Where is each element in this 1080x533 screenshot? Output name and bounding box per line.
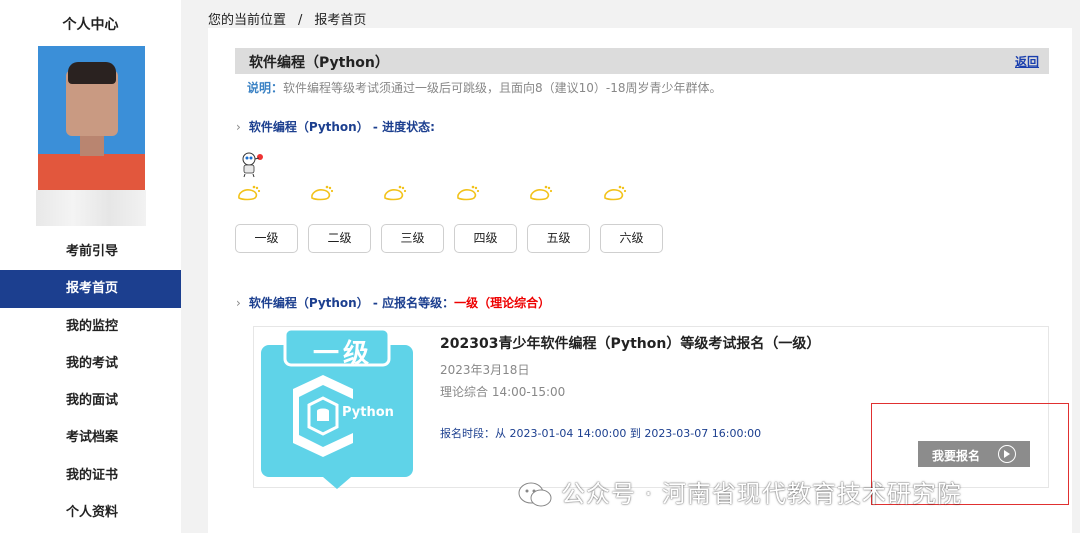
level-button-1[interactable]: 一级 bbox=[235, 224, 298, 253]
footprint-icon bbox=[384, 185, 407, 201]
watermark: 公众号 · 河南省现代教育技术研究院 bbox=[517, 474, 962, 509]
badge-python-text: Python bbox=[342, 405, 394, 420]
description-label: 说明： bbox=[247, 81, 284, 95]
exam-time: 理论综合 14:00-15:00 bbox=[440, 385, 566, 399]
enroll-heading-course: 软件编程（Python） bbox=[248, 296, 369, 310]
breadcrumb-current: 报考首页 bbox=[314, 13, 367, 28]
section-title: 软件编程（Python） bbox=[249, 55, 389, 71]
avatar bbox=[38, 46, 145, 190]
progress-footprints bbox=[236, 184, 696, 204]
sidebar-item-my-monitor[interactable]: 我的监控 bbox=[0, 308, 181, 345]
section-header: 软件编程（Python） 返回 bbox=[235, 48, 1049, 74]
exam-date: 2023年3月18日 bbox=[440, 363, 530, 377]
sidebar-item-enroll-home[interactable]: 报考首页 bbox=[0, 270, 181, 308]
sidebar-nav: 考前引导 报考首页 我的监控 我的考试 我的面试 考试档案 我的证书 个人资料 bbox=[0, 233, 181, 531]
back-link[interactable]: 返回 bbox=[1015, 53, 1039, 70]
watermark-text: 公众号 · 河南省现代教育技术研究院 bbox=[561, 480, 962, 508]
footprint-icon bbox=[604, 185, 627, 201]
exam-title: 202303青少年软件编程（Python）等级考试报名（一级） bbox=[440, 336, 821, 352]
chevron-right-icon: › bbox=[236, 120, 241, 134]
sidebar-item-my-certificates[interactable]: 我的证书 bbox=[0, 457, 181, 494]
sidebar-item-exam-records[interactable]: 考试档案 bbox=[0, 419, 181, 456]
badge-level-text: 一级 bbox=[312, 339, 373, 369]
wechat-icon bbox=[518, 482, 552, 507]
description: 说明：软件编程等级考试须通过一级后可跳级，且面向8（建议10）-18周岁青少年群… bbox=[247, 79, 722, 96]
enroll-level-value: 一级（理论综合） bbox=[454, 296, 551, 310]
level-button-4[interactable]: 四级 bbox=[454, 224, 517, 253]
progress-heading-course: 软件编程（Python） bbox=[248, 120, 369, 134]
footprint-icon bbox=[457, 185, 480, 201]
description-text: 软件编程等级考试须通过一级后可跳级，且面向8（建议10）-18周岁青少年群体。 bbox=[283, 81, 722, 95]
sidebar-item-my-interviews[interactable]: 我的面试 bbox=[0, 382, 181, 419]
chevron-right-icon: › bbox=[236, 296, 241, 310]
level-button-6[interactable]: 六级 bbox=[600, 224, 663, 253]
progress-heading: › 软件编程（Python） - 进度状态: bbox=[236, 118, 435, 135]
sidebar-item-exam-guide[interactable]: 考前引导 bbox=[0, 233, 181, 270]
enrollment-period: 报名时段：从 2023-01-04 14:00:00 到 2023-03-07 … bbox=[440, 427, 762, 440]
level-button-2[interactable]: 二级 bbox=[308, 224, 371, 253]
robot-mascot-icon bbox=[242, 152, 263, 178]
enroll-heading-label: - 应报名等级： bbox=[368, 296, 455, 310]
enroll-level-heading: › 软件编程（Python） - 应报名等级：一级（理论综合） bbox=[236, 294, 550, 311]
footprint-icon bbox=[238, 185, 261, 201]
level-button-5[interactable]: 五级 bbox=[527, 224, 590, 253]
level-button-3[interactable]: 三级 bbox=[381, 224, 444, 253]
breadcrumb: 您的当前位置 / 报考首页 bbox=[208, 9, 366, 28]
footprint-icon bbox=[530, 185, 553, 201]
footprint-icon bbox=[311, 185, 334, 201]
sidebar-title: 个人中心 bbox=[62, 17, 119, 33]
sidebar-item-my-exams[interactable]: 我的考试 bbox=[0, 345, 181, 382]
sidebar-item-profile[interactable]: 个人资料 bbox=[0, 494, 181, 531]
sidebar: 个人中心 考前引导 报考首页 我的监控 我的考试 我的面试 考试档案 我的证书 … bbox=[0, 0, 181, 533]
user-name-blurred bbox=[36, 190, 146, 226]
breadcrumb-prefix: 您的当前位置 bbox=[208, 13, 287, 28]
progress-heading-label: - 进度状态: bbox=[368, 120, 435, 134]
breadcrumb-separator: / bbox=[298, 13, 303, 28]
